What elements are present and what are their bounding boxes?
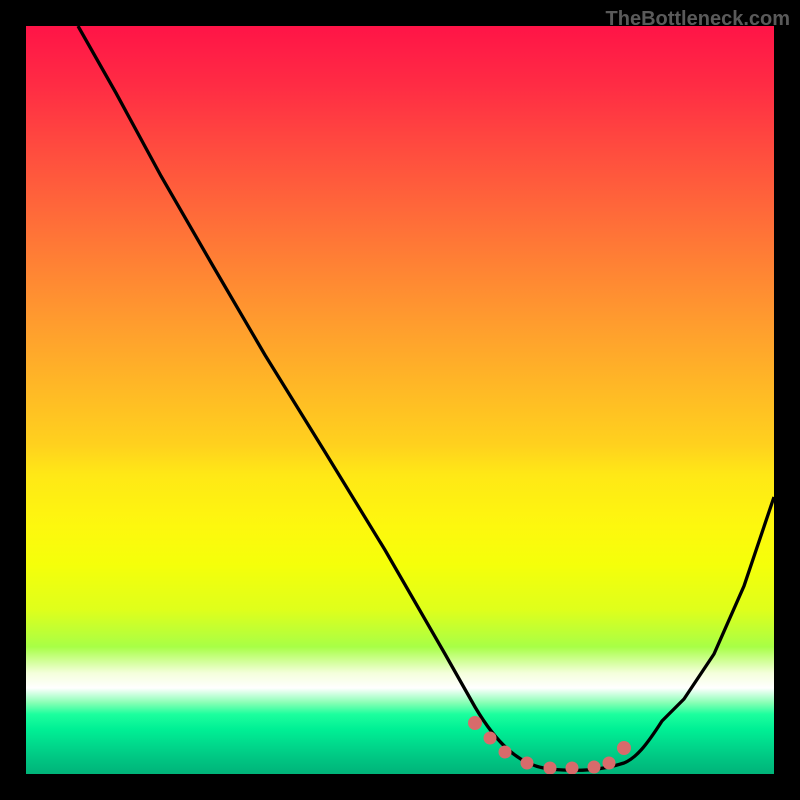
marker-dot xyxy=(617,741,631,755)
chart-container: TheBottleneck.com xyxy=(0,0,800,800)
plot-area xyxy=(26,26,774,774)
bottleneck-curve xyxy=(26,26,774,774)
marker-dot xyxy=(566,762,579,775)
marker-dot xyxy=(468,716,482,730)
marker-dot xyxy=(499,746,512,759)
marker-dot xyxy=(521,757,534,770)
marker-dot xyxy=(603,757,616,770)
marker-dot xyxy=(484,732,497,745)
marker-dot xyxy=(588,761,601,774)
curve-path xyxy=(78,26,774,770)
marker-dot xyxy=(544,762,557,775)
watermark-text: TheBottleneck.com xyxy=(606,8,790,31)
